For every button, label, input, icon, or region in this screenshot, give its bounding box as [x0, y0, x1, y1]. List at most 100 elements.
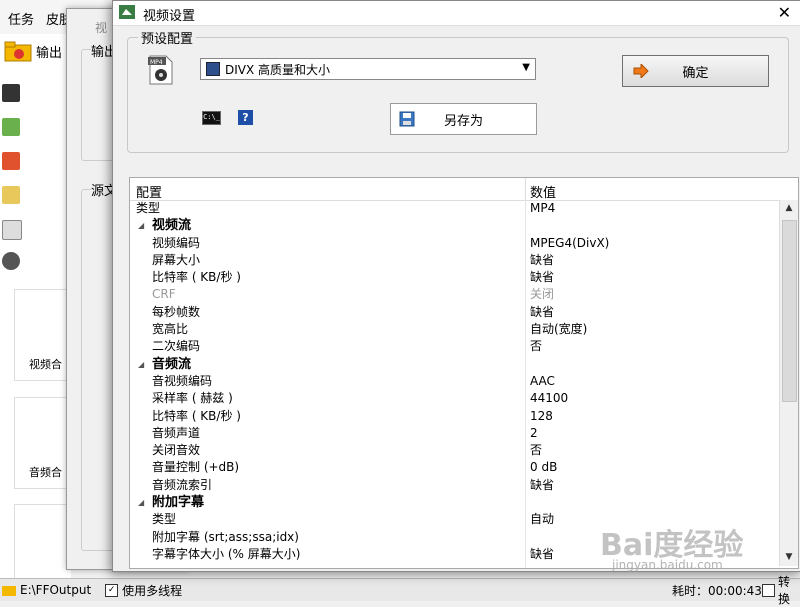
output-folder-label: 输出: [36, 45, 63, 61]
multithread-label: 使用多线程: [122, 583, 183, 598]
ok-button[interactable]: 确定: [622, 55, 769, 87]
property-name: 附加字幕: [152, 495, 205, 511]
property-value[interactable]: 缺省: [530, 304, 554, 321]
preset-select[interactable]: DIVX 高质量和大小 ▼: [200, 58, 536, 80]
audio-category-icon[interactable]: [2, 118, 20, 136]
property-value[interactable]: 缺省: [530, 477, 554, 494]
property-name: 比特率 ( KB/秒 ): [152, 270, 241, 285]
property-row[interactable]: 类型 MP4: [130, 200, 766, 217]
property-row[interactable]: 宽高比 自动(宽度): [130, 321, 766, 338]
save-as-button[interactable]: 另存为: [390, 103, 537, 135]
property-name: 字幕字体大小 (% 屏幕大小): [152, 546, 301, 561]
property-row[interactable]: CRF 关闭: [130, 286, 766, 303]
app-sidebar: 输出 视频合 音频合: [0, 34, 71, 596]
property-value[interactable]: 缺省: [530, 269, 554, 286]
property-row[interactable]: 音量控制 (+dB) 0 dB: [130, 459, 766, 476]
property-name: 比特率 ( KB/秒 ): [152, 408, 241, 423]
property-value[interactable]: 自动: [530, 511, 554, 528]
multithread-checkbox[interactable]: ✓: [105, 583, 119, 597]
property-row[interactable]: 比特率 ( KB/秒 ) 128: [130, 408, 766, 425]
collapse-triangle-icon[interactable]: ◢: [138, 217, 144, 234]
film-reel-category-icon[interactable]: [2, 252, 20, 270]
property-row[interactable]: 视频编码 MPEG4(DivX): [130, 235, 766, 252]
vertical-scrollbar[interactable]: ▲ ▼: [779, 200, 798, 566]
property-value[interactable]: 缺省: [530, 546, 554, 563]
property-category-row[interactable]: ◢ 附加字幕: [130, 494, 766, 511]
ok-button-label: 确定: [682, 65, 709, 81]
folder-icon: [4, 41, 32, 62]
property-name: 屏幕大小: [152, 252, 201, 267]
property-row[interactable]: 音频流索引 缺省: [130, 477, 766, 494]
scroll-up-icon[interactable]: ▲: [780, 200, 798, 217]
property-row[interactable]: 附加字幕 (srt;ass;ssa;idx): [130, 529, 766, 546]
document-category-icon[interactable]: [2, 186, 20, 204]
property-name: 音频声道: [152, 425, 201, 440]
dialog-title: 视频设置: [143, 9, 196, 24]
property-row[interactable]: 关闭音效 否: [130, 442, 766, 459]
settings-property-grid[interactable]: 配置 数值 类型 MP4 ◢ 视频流 视频编码 MPEG4(DivX) 屏幕大小 缺省 比特率 …: [129, 177, 799, 569]
command-line-icon[interactable]: C:\_: [202, 111, 221, 125]
property-category-row[interactable]: ◢ 视频流: [130, 217, 766, 234]
property-row[interactable]: 类型 自动: [130, 511, 766, 528]
property-value[interactable]: 2: [530, 425, 538, 442]
property-value[interactable]: AAC: [530, 373, 555, 390]
property-value[interactable]: 44100: [530, 390, 568, 407]
column-header-value[interactable]: 数值: [530, 182, 556, 201]
property-name: 类型: [152, 512, 177, 527]
collapse-triangle-icon[interactable]: ◢: [138, 494, 144, 511]
property-name: 类型: [136, 201, 161, 215]
property-name: 每秒帧数: [152, 304, 201, 319]
disc-category-icon[interactable]: [2, 220, 22, 240]
task-card-video-merge[interactable]: 视频合: [14, 289, 71, 381]
property-name: 宽高比: [152, 322, 189, 337]
property-value[interactable]: 否: [530, 338, 542, 355]
property-row[interactable]: 屏幕大小 缺省: [130, 252, 766, 269]
property-row[interactable]: 字幕字体大小 (% 屏幕大小) 缺省: [130, 546, 766, 563]
scroll-down-icon[interactable]: ▼: [780, 549, 798, 566]
preset-group: 预设配置 MP4 DIVX 高质量和大小 ▼ 确定 C:\_ ? 另存为: [127, 28, 789, 153]
property-row[interactable]: 比特率 ( KB/秒 ) 缺省: [130, 269, 766, 286]
property-value[interactable]: MPEG4(DivX): [530, 235, 609, 252]
column-header-setting[interactable]: 配置: [136, 182, 162, 201]
folder-icon: [2, 586, 16, 596]
status-bar: E:\FFOutput ✓ 使用多线程 耗时：00:00:43 转换: [0, 575, 800, 606]
title-bar[interactable]: 视频设置 ✕: [113, 1, 800, 26]
close-icon[interactable]: ✕: [778, 3, 791, 22]
preset-group-label: 预设配置: [138, 28, 197, 47]
property-value[interactable]: 128: [530, 408, 553, 425]
collapse-triangle-icon[interactable]: ◢: [138, 356, 144, 373]
chevron-down-icon[interactable]: ▼: [522, 62, 530, 73]
property-value[interactable]: 否: [530, 442, 542, 459]
property-row[interactable]: 音视频编码 AAC: [130, 373, 766, 390]
task-card-audio-merge[interactable]: 音频合: [14, 397, 71, 489]
property-category-row[interactable]: ◢ 音频流: [130, 356, 766, 373]
property-name: 音频流索引: [152, 477, 213, 492]
scroll-thumb[interactable]: [782, 220, 797, 402]
column-divider[interactable]: [525, 178, 526, 200]
property-value[interactable]: 0 dB: [530, 459, 557, 476]
convert-checkbox[interactable]: [762, 583, 775, 597]
svg-text:MP4: MP4: [150, 59, 163, 66]
property-rows: 类型 MP4 ◢ 视频流 视频编码 MPEG4(DivX) 屏幕大小 缺省 比特率 ( KB/秒…: [130, 200, 766, 563]
picture-category-icon[interactable]: [2, 152, 20, 170]
save-as-button-label: 另存为: [443, 113, 483, 129]
property-name: 音视频编码: [152, 373, 213, 388]
property-row[interactable]: 二次编码 否: [130, 338, 766, 355]
property-value[interactable]: 自动(宽度): [530, 321, 587, 338]
help-icon[interactable]: ?: [238, 110, 253, 125]
convert-label: 转换: [778, 575, 791, 606]
video-settings-dialog: 视频设置 ✕ 预设配置 MP4 DIVX 高质量和大小 ▼ 确定 C:\_ ? …: [112, 0, 800, 572]
property-row[interactable]: 采样率 ( 赫兹 ) 44100: [130, 390, 766, 407]
video-category-icon[interactable]: [2, 84, 20, 102]
output-folder-button[interactable]: 输出: [4, 40, 62, 62]
property-row[interactable]: 每秒帧数 缺省: [130, 304, 766, 321]
property-value[interactable]: 关闭: [530, 286, 554, 303]
property-name: 关闭音效: [152, 443, 201, 458]
property-value[interactable]: 缺省: [530, 252, 554, 269]
property-name: 二次编码: [152, 339, 201, 354]
output-path[interactable]: E:\FFOutput: [20, 583, 91, 597]
property-value[interactable]: MP4: [530, 200, 555, 217]
menu-task[interactable]: 任务: [8, 9, 34, 28]
task-card-label: 音频合: [29, 466, 62, 479]
property-row[interactable]: 音频声道 2: [130, 425, 766, 442]
